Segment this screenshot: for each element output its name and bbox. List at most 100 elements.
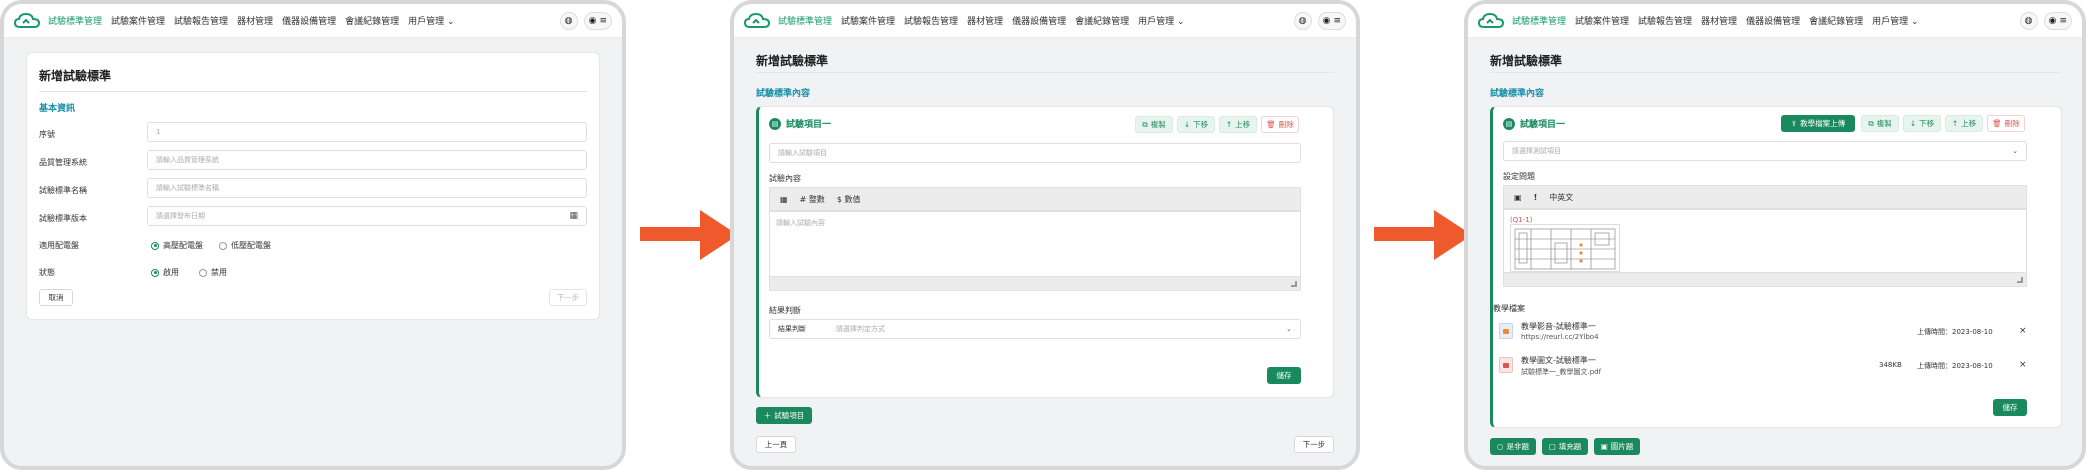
move-down-button[interactable]: ↓ 下移: [1903, 115, 1941, 132]
image-icon[interactable]: ▣: [1514, 193, 1522, 202]
table-icon[interactable]: ▦: [780, 195, 788, 204]
save-button[interactable]: 儲存: [1267, 367, 1301, 384]
divider: [39, 91, 587, 92]
file-name[interactable]: 教學影音-試驗標準一: [1521, 321, 1596, 332]
device-frame-step2: 試驗標準管理 試驗案件管理 試驗報告管理 器材管理 儀器設備管理 會議紀錄管理 …: [730, 0, 1360, 470]
prev-button[interactable]: 上一頁: [756, 436, 796, 453]
add-test-item-label: 試驗項目: [774, 411, 805, 420]
nav-case[interactable]: 試驗案件管理: [111, 14, 165, 27]
delete-button[interactable]: 🗑 刪除: [1261, 116, 1299, 133]
result-select-label: 結果判斷: [778, 325, 806, 333]
integer-tool[interactable]: # 整數: [800, 194, 825, 205]
section-title: 試驗標準內容: [756, 89, 811, 99]
panel-option-high[interactable]: 高壓配電盤: [151, 240, 203, 251]
nav-standard[interactable]: 試驗標準管理: [778, 14, 832, 27]
remove-file-icon[interactable]: ×: [2019, 360, 2027, 370]
nav-right: ◍ ◉ ≡: [2019, 11, 2072, 30]
nav-report[interactable]: 試驗報告管理: [174, 14, 228, 27]
remove-file-icon[interactable]: ×: [2019, 326, 2027, 336]
delete-label: 刪除: [2004, 119, 2020, 128]
status-option-disable[interactable]: 禁用: [199, 267, 227, 278]
section-title: 基本資訊: [39, 104, 76, 114]
status-option-enable[interactable]: 啟用: [151, 267, 179, 278]
nav-instrument[interactable]: 儀器設備管理: [1746, 14, 1800, 27]
resize-handle-icon[interactable]: [2017, 277, 2023, 283]
result-select[interactable]: 結果判斷 請選擇判定方式 ⌄: [769, 319, 1301, 339]
panel-option-low[interactable]: 低壓配電盤: [219, 240, 271, 251]
nav-case[interactable]: 試驗案件管理: [1575, 14, 1629, 27]
nav-standard[interactable]: 試驗標準管理: [48, 14, 102, 27]
nav-user[interactable]: 用戶管理 ⌄: [1872, 14, 1918, 27]
move-down-button[interactable]: ↓ 下移: [1177, 116, 1215, 133]
content-editor[interactable]: 請輸入試驗內容: [769, 211, 1301, 277]
test-item-input[interactable]: 請輸入試驗項目: [769, 143, 1301, 163]
nav-equipment[interactable]: 器材管理: [1701, 14, 1737, 27]
nav-user[interactable]: 用戶管理 ⌄: [1138, 14, 1184, 27]
user-menu[interactable]: ◉ ≡: [583, 11, 612, 30]
menu-icon: ≡: [599, 15, 607, 26]
copy-button[interactable]: ⧉ 複製: [1135, 116, 1173, 133]
resize-handle-icon[interactable]: [1291, 281, 1297, 287]
figure-label: (Q1-1): [1510, 216, 1533, 224]
flow-arrow-1: [640, 210, 740, 260]
cancel-button[interactable]: 取消: [39, 289, 73, 306]
add-test-item-button[interactable]: ＋試驗項目: [756, 407, 812, 424]
exclamation-icon[interactable]: !: [1534, 193, 1538, 202]
nav-user[interactable]: 用戶管理 ⌄: [408, 14, 454, 27]
move-up-label: 上移: [1961, 119, 1977, 128]
globe-icon[interactable]: ◍: [559, 11, 578, 30]
delete-button[interactable]: 🗑 刪除: [1987, 115, 2025, 132]
nav-meeting[interactable]: 會議紀錄管理: [1075, 14, 1129, 27]
standard-name-input[interactable]: 請輸入試驗標準名稱: [147, 178, 587, 198]
nav-equipment[interactable]: 器材管理: [967, 14, 1003, 27]
question-editor[interactable]: (Q1-1): [1503, 209, 2027, 273]
name-label: 試驗標準名稱: [39, 186, 87, 195]
globe-icon[interactable]: ◍: [2019, 11, 2038, 30]
file-link[interactable]: https://reurl.cc/2Ylbo4: [1521, 333, 1599, 341]
calendar-icon[interactable]: ▦: [569, 211, 578, 221]
save-button[interactable]: 儲存: [1993, 399, 2027, 416]
status-enable-label: 啟用: [163, 268, 179, 277]
true-false-button[interactable]: ○ 是非題: [1490, 438, 1536, 455]
dollar-icon: $: [836, 194, 842, 204]
quality-input[interactable]: 請輸入品質管理系統: [147, 150, 587, 170]
user-icon: ◉: [588, 15, 597, 26]
nav-equipment[interactable]: 器材管理: [237, 14, 273, 27]
nav-case[interactable]: 試驗案件管理: [841, 14, 895, 27]
nav-standard[interactable]: 試驗標準管理: [1512, 14, 1566, 27]
globe-icon[interactable]: ◍: [1293, 11, 1312, 30]
integer-label: 整數: [808, 194, 825, 204]
content-placeholder: 請輸入試驗內容: [776, 219, 825, 227]
image-question-button[interactable]: ▣ 圖片題: [1594, 438, 1640, 455]
nav-report[interactable]: 試驗報告管理: [904, 14, 958, 27]
arrow-shaft: [640, 227, 708, 241]
version-date-picker[interactable]: 請選擇發布日期 ▦: [147, 206, 587, 226]
test-item-select[interactable]: 請選擇測試項目 ⌄: [1503, 141, 2027, 161]
quality-label: 品質管理系統: [39, 158, 87, 167]
panel-option-high-label: 高壓配電盤: [163, 241, 203, 250]
fill-blank-button[interactable]: ▢ 填充題: [1542, 438, 1588, 455]
nav-instrument[interactable]: 儀器設備管理: [282, 14, 336, 27]
clipboard-icon: ▤: [769, 117, 781, 130]
radio-selected-icon: [151, 241, 159, 250]
next-button[interactable]: 下一步: [1294, 436, 1334, 453]
nav-meeting[interactable]: 會議紀錄管理: [1809, 14, 1863, 27]
nav-instrument[interactable]: 儀器設備管理: [1012, 14, 1066, 27]
page-title: 新增試驗標準: [39, 69, 112, 83]
file-name[interactable]: 教學圖文-試驗標準一: [1521, 355, 1596, 366]
blueprint-drawing-icon: [1514, 228, 1616, 270]
move-up-button[interactable]: ↑ 上移: [1945, 115, 1983, 132]
user-icon: ◉: [1322, 15, 1331, 26]
upload-teaching-file-button[interactable]: ⇪ 教學檔案上傳: [1781, 115, 1855, 132]
arrow-up-icon: ↑: [1225, 120, 1233, 129]
copy-button[interactable]: ⧉ 複製: [1861, 115, 1899, 132]
nav-meeting[interactable]: 會議紀錄管理: [345, 14, 399, 27]
number-tool[interactable]: $ 數值: [837, 194, 861, 205]
nav-report[interactable]: 試驗報告管理: [1638, 14, 1692, 27]
nav-right: ◍ ◉ ≡: [1293, 11, 1346, 30]
user-menu[interactable]: ◉ ≡: [2043, 11, 2072, 30]
language-tool[interactable]: 中英文: [1549, 192, 1573, 203]
next-button[interactable]: 下一步: [549, 289, 587, 306]
user-menu[interactable]: ◉ ≡: [1317, 11, 1346, 30]
move-up-button[interactable]: ↑ 上移: [1219, 116, 1257, 133]
